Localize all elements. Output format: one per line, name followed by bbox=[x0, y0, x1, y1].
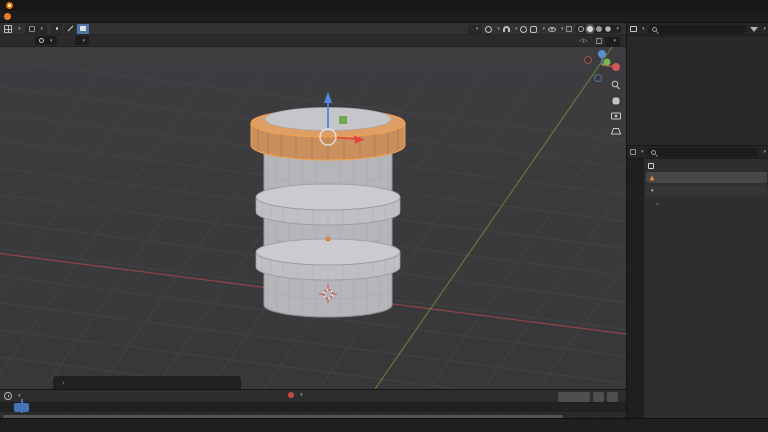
frame-end-field[interactable] bbox=[607, 391, 618, 402]
orientation-setting-dropdown[interactable]: ▾ bbox=[35, 36, 57, 45]
timeline-scrollbar[interactable] bbox=[3, 414, 563, 418]
operator-panel[interactable]: › bbox=[53, 376, 241, 389]
properties-tab-column bbox=[627, 159, 644, 419]
xray-toggle-icon[interactable] bbox=[566, 26, 573, 32]
auto-key-record-button[interactable] bbox=[288, 391, 294, 398]
nav-axis-gizmo[interactable] bbox=[584, 50, 621, 82]
editor-type-caret: ▾ bbox=[18, 25, 21, 32]
mesh-select-modes bbox=[51, 23, 90, 34]
title-bar bbox=[0, 0, 768, 11]
blender-window: 🗋 ✕ 🗋 ▾ ▾ ▾ bbox=[0, 0, 768, 432]
rendered-shading-icon[interactable] bbox=[605, 26, 612, 32]
properties-content: ▾ › bbox=[644, 159, 768, 419]
properties-editor-icon[interactable] bbox=[630, 149, 636, 155]
orientation-setting-icon bbox=[39, 38, 44, 43]
edge-select-button[interactable] bbox=[64, 23, 77, 34]
outliner-header: ▾ ▾ bbox=[627, 23, 768, 36]
search-icon bbox=[650, 149, 656, 155]
material-shading-icon[interactable] bbox=[596, 26, 603, 32]
timeline-editor-icon[interactable] bbox=[4, 392, 12, 400]
tool-settings-bar: ▾ ▾ ◁▷ ▾ bbox=[0, 35, 626, 47]
snap-magnet-icon[interactable] bbox=[502, 26, 510, 32]
outliner-search-input[interactable] bbox=[647, 24, 748, 34]
object-icon bbox=[648, 163, 654, 169]
right-panel: ▾ ▾ ▾ ▾ ▾ › bbox=[626, 23, 768, 419]
perspective-toggle-button bbox=[609, 124, 623, 138]
face-select-button[interactable] bbox=[77, 23, 90, 34]
transform-orientation-dropdown[interactable]: ▾ bbox=[467, 24, 483, 34]
top-menu-bar: 🗋 ✕ 🗋 bbox=[0, 11, 768, 33]
shading-mode-group: ▾ bbox=[575, 25, 622, 33]
properties-editor: ▾ ▾ ▾ › bbox=[627, 145, 768, 419]
show-gizmo-icon[interactable] bbox=[530, 25, 538, 33]
current-frame-field[interactable] bbox=[558, 391, 590, 402]
timeline-header: ▾ ▾ bbox=[0, 390, 626, 403]
playback-controls: ▾ bbox=[288, 391, 306, 398]
current-frame-indicator[interactable] bbox=[14, 403, 29, 412]
frame-start-field[interactable] bbox=[593, 391, 604, 402]
viewport-header: ▾ ▾ ▾ ▾ ▾ ▾ ▾ ▾ bbox=[0, 23, 626, 35]
mode-dropdown[interactable]: ▾ bbox=[24, 23, 48, 34]
drag-dropdown[interactable]: ▾ bbox=[74, 36, 90, 45]
search-icon bbox=[651, 26, 657, 32]
zoom-button bbox=[609, 78, 623, 92]
outliner-display-mode-icon[interactable] bbox=[630, 26, 637, 32]
properties-breadcrumb bbox=[646, 161, 767, 171]
properties-header: ▾ ▾ bbox=[627, 146, 768, 159]
blender-menu-icon[interactable] bbox=[4, 13, 11, 20]
outliner-filter-icon[interactable] bbox=[750, 26, 759, 32]
viewport-3d[interactable]: › bbox=[0, 47, 626, 389]
delta-transform-section[interactable]: › bbox=[646, 198, 767, 209]
outliner: ▾ ▾ bbox=[627, 23, 768, 145]
viewport-canvas[interactable] bbox=[0, 47, 626, 389]
object-name-field[interactable] bbox=[646, 172, 767, 183]
editor-type-icon[interactable] bbox=[4, 24, 12, 33]
snap-options-icon[interactable] bbox=[596, 38, 603, 44]
properties-search-input[interactable] bbox=[646, 147, 759, 157]
wireframe-shading-icon[interactable] bbox=[578, 26, 585, 32]
object-origin-dot bbox=[325, 236, 331, 242]
mesh-object-icon bbox=[649, 175, 655, 180]
properties-filter-icon[interactable]: ▾ bbox=[763, 149, 766, 155]
view-buttons[interactable] bbox=[609, 78, 623, 138]
vertex-select-button[interactable] bbox=[51, 23, 64, 34]
y-axis-line bbox=[374, 47, 613, 389]
transform-panel-header[interactable]: ▾ bbox=[646, 185, 767, 196]
options-dropdown[interactable]: ▾ bbox=[605, 36, 620, 46]
proportional-editing-icon[interactable] bbox=[520, 25, 528, 33]
show-overlays-icon[interactable] bbox=[547, 26, 556, 32]
timeline-ruler[interactable] bbox=[0, 403, 626, 412]
status-bar bbox=[0, 418, 768, 432]
blender-logo-icon bbox=[6, 2, 13, 9]
edit-mode-icon bbox=[28, 25, 35, 32]
timeline-editor: ▾ ▾ bbox=[0, 389, 626, 419]
pivot-point-icon[interactable] bbox=[485, 25, 493, 33]
mirror-icon: ◁▷ bbox=[579, 38, 588, 44]
solid-shading-icon[interactable] bbox=[587, 26, 594, 32]
